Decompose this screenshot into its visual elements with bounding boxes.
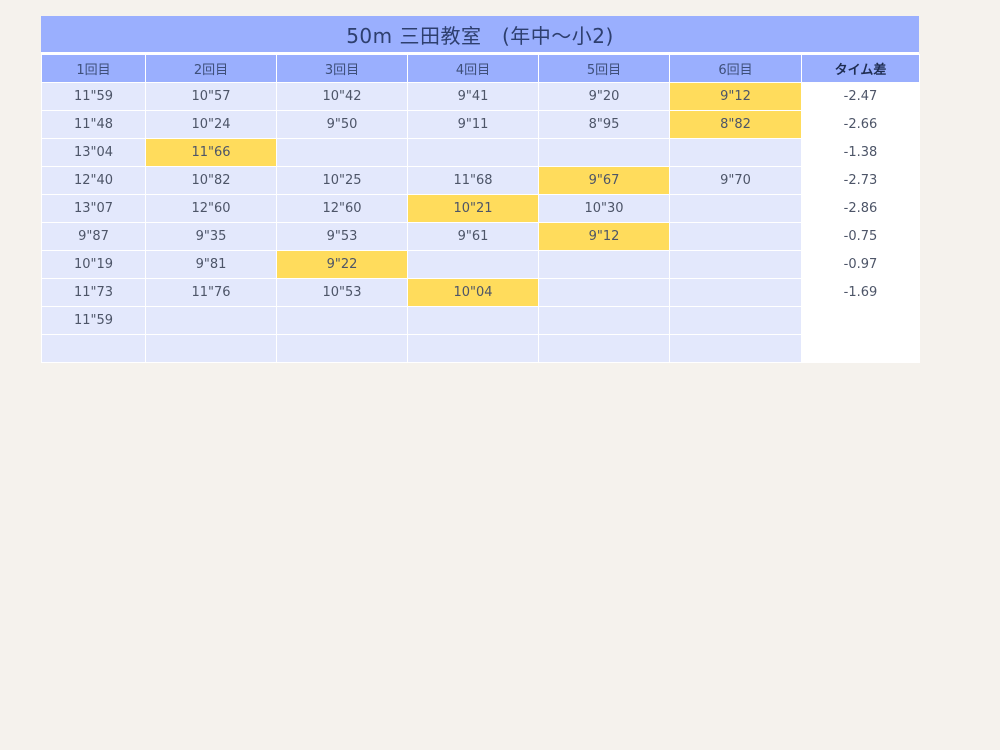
- times-table: 1回目 2回目 3回目 4回目 5回目 6回目 タイム差 11"59 10"57 1…: [41, 54, 920, 363]
- table-row: 9"87 9"35 9"53 9"61 9"12 -0.75: [41, 222, 920, 251]
- time-cell[interactable]: [538, 334, 670, 363]
- table-row: 11"59: [41, 306, 920, 335]
- header-time-diff[interactable]: タイム差: [801, 54, 920, 83]
- time-cell[interactable]: [145, 306, 277, 335]
- time-cell[interactable]: 9"70: [669, 166, 802, 195]
- time-cell[interactable]: 9"41: [407, 82, 539, 111]
- time-cell[interactable]: [669, 278, 802, 307]
- time-diff-cell[interactable]: -2.86: [801, 194, 920, 223]
- time-cell[interactable]: [407, 138, 539, 167]
- time-diff-cell[interactable]: -2.73: [801, 166, 920, 195]
- time-cell[interactable]: 9"35: [145, 222, 277, 251]
- time-diff-cell[interactable]: -1.38: [801, 138, 920, 167]
- time-cell[interactable]: 11"66: [145, 138, 277, 167]
- time-cell[interactable]: [669, 306, 802, 335]
- header-attempt-3[interactable]: 3回目: [276, 54, 408, 83]
- time-cell[interactable]: 13"04: [41, 138, 146, 167]
- time-cell[interactable]: [538, 138, 670, 167]
- time-cell[interactable]: 11"48: [41, 110, 146, 139]
- time-cell[interactable]: 9"67: [538, 166, 670, 195]
- time-cell[interactable]: 10"82: [145, 166, 277, 195]
- time-cell[interactable]: 8"82: [669, 110, 802, 139]
- time-cell[interactable]: 10"30: [538, 194, 670, 223]
- header-attempt-2[interactable]: 2回目: [145, 54, 277, 83]
- time-cell[interactable]: 10"25: [276, 166, 408, 195]
- time-cell[interactable]: 9"53: [276, 222, 408, 251]
- time-cell[interactable]: 12"60: [276, 194, 408, 223]
- time-cell[interactable]: [276, 334, 408, 363]
- time-cell[interactable]: 9"81: [145, 250, 277, 279]
- time-cell[interactable]: 12"60: [145, 194, 277, 223]
- time-cell[interactable]: 9"87: [41, 222, 146, 251]
- table-body: 11"59 10"57 10"42 9"41 9"20 9"12 -2.47 11"48 10"…: [41, 82, 920, 363]
- table-row: 10"19 9"81 9"22 -0.97: [41, 250, 920, 279]
- time-diff-cell[interactable]: -1.69: [801, 278, 920, 307]
- time-cell[interactable]: 10"53: [276, 278, 408, 307]
- time-cell[interactable]: 10"57: [145, 82, 277, 111]
- time-cell[interactable]: 11"59: [41, 82, 146, 111]
- time-cell[interactable]: 9"61: [407, 222, 539, 251]
- time-diff-cell[interactable]: -0.97: [801, 250, 920, 279]
- time-cell[interactable]: 11"59: [41, 306, 146, 335]
- time-cell[interactable]: 10"19: [41, 250, 146, 279]
- spreadsheet: 50m 三田教室 (年中〜小2) 1回目 2回目 3回目 4回目 5回目 6回目…: [41, 16, 920, 363]
- time-cell[interactable]: 10"04: [407, 278, 539, 307]
- time-diff-cell[interactable]: [801, 306, 920, 335]
- time-diff-cell[interactable]: -2.66: [801, 110, 920, 139]
- time-cell[interactable]: 9"20: [538, 82, 670, 111]
- time-cell[interactable]: 9"22: [276, 250, 408, 279]
- time-cell[interactable]: [276, 306, 408, 335]
- table-row: 11"59 10"57 10"42 9"41 9"20 9"12 -2.47: [41, 82, 920, 111]
- time-cell[interactable]: [669, 334, 802, 363]
- time-diff-cell[interactable]: -2.47: [801, 82, 920, 111]
- time-cell[interactable]: 10"21: [407, 194, 539, 223]
- time-cell[interactable]: 9"12: [669, 82, 802, 111]
- table-row: 12"40 10"82 10"25 11"68 9"67 9"70 -2.73: [41, 166, 920, 195]
- time-cell[interactable]: 9"11: [407, 110, 539, 139]
- header-attempt-5[interactable]: 5回目: [538, 54, 670, 83]
- table-row: [41, 334, 920, 363]
- table-row: 11"48 10"24 9"50 9"11 8"95 8"82 -2.66: [41, 110, 920, 139]
- time-cell[interactable]: 10"24: [145, 110, 277, 139]
- time-cell[interactable]: [407, 250, 539, 279]
- table-row: 13"07 12"60 12"60 10"21 10"30 -2.86: [41, 194, 920, 223]
- time-cell[interactable]: 9"50: [276, 110, 408, 139]
- time-cell[interactable]: 9"12: [538, 222, 670, 251]
- time-cell[interactable]: [669, 250, 802, 279]
- time-cell[interactable]: [41, 334, 146, 363]
- time-cell[interactable]: 10"42: [276, 82, 408, 111]
- time-cell[interactable]: 8"95: [538, 110, 670, 139]
- time-cell[interactable]: [669, 138, 802, 167]
- table-row: 13"04 11"66 -1.38: [41, 138, 920, 167]
- table-row: 11"73 11"76 10"53 10"04 -1.69: [41, 278, 920, 307]
- sheet-title: 50m 三田教室 (年中〜小2): [41, 16, 919, 54]
- time-cell[interactable]: [538, 250, 670, 279]
- header-row: 1回目 2回目 3回目 4回目 5回目 6回目 タイム差: [41, 54, 920, 83]
- time-cell[interactable]: [538, 306, 670, 335]
- time-cell[interactable]: 13"07: [41, 194, 146, 223]
- time-cell[interactable]: [669, 194, 802, 223]
- time-cell[interactable]: [407, 306, 539, 335]
- time-cell[interactable]: 11"68: [407, 166, 539, 195]
- time-cell[interactable]: 12"40: [41, 166, 146, 195]
- header-attempt-4[interactable]: 4回目: [407, 54, 539, 83]
- time-cell[interactable]: 11"76: [145, 278, 277, 307]
- time-cell[interactable]: [407, 334, 539, 363]
- header-attempt-6[interactable]: 6回目: [669, 54, 802, 83]
- header-attempt-1[interactable]: 1回目: [41, 54, 146, 83]
- time-cell[interactable]: [276, 138, 408, 167]
- time-cell[interactable]: [145, 334, 277, 363]
- time-cell[interactable]: [669, 222, 802, 251]
- time-cell[interactable]: 11"73: [41, 278, 146, 307]
- time-cell[interactable]: [538, 278, 670, 307]
- time-diff-cell[interactable]: -0.75: [801, 222, 920, 251]
- time-diff-cell[interactable]: [801, 334, 920, 363]
